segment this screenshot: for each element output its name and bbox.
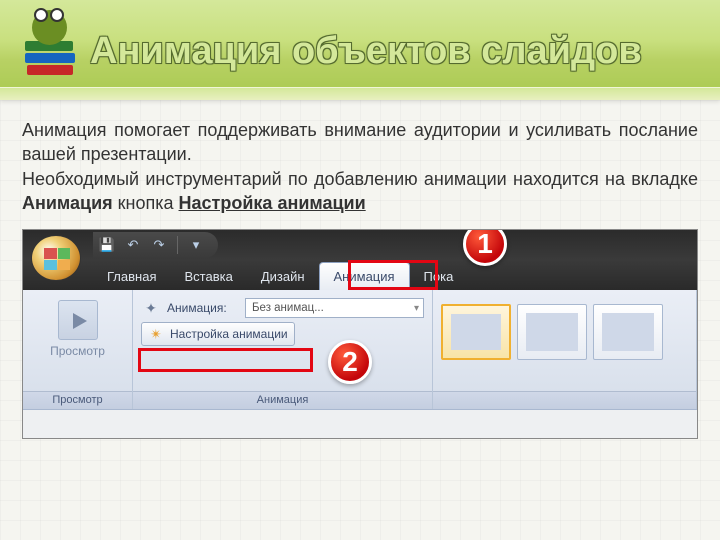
save-icon[interactable]: 💾 — [99, 237, 115, 253]
qat-separator — [177, 236, 178, 254]
custom-animation-label: Настройка анимации — [170, 327, 288, 341]
group-transitions — [433, 290, 697, 409]
slide-title: Анимация объектов слайдов — [90, 30, 642, 73]
ribbon-tabs: Главная Вставка Дизайн Анимация Пока — [23, 260, 697, 290]
transition-thumb-1[interactable] — [517, 304, 587, 360]
custom-animation-row: ✴ Настройка анимации — [141, 322, 424, 346]
mascot-bookworm — [20, 10, 80, 85]
paragraph-line-1: Анимация помогает поддерживать внимание … — [22, 120, 698, 164]
animation-dropdown[interactable]: Без анимац... — [245, 298, 424, 318]
preview-icon — [58, 300, 98, 340]
paragraph-line-2a: Необходимый инструментарий по добавлению… — [22, 169, 698, 189]
animation-selector-row: ✦ Анимация: Без анимац... — [141, 298, 424, 318]
transition-thumb-2[interactable] — [593, 304, 663, 360]
animate-icon: ✦ — [141, 298, 161, 318]
transition-none[interactable] — [441, 304, 511, 360]
group-preview-title: Просмотр — [23, 391, 132, 409]
office-button[interactable] — [31, 235, 81, 281]
paragraph-bold-button: Настройка анимации — [179, 193, 366, 213]
redo-icon[interactable]: ↷ — [151, 237, 167, 253]
paragraph-line-2b: кнопка — [113, 193, 179, 213]
group-animation: ✦ Анимация: Без анимац... ✴ Настройка ан… — [133, 290, 433, 409]
slide-body-text: Анимация помогает поддерживать внимание … — [0, 100, 720, 229]
animation-row-label: Анимация: — [167, 301, 239, 315]
quick-access-toolbar: 💾 ↶ ↷ ▾ — [93, 232, 218, 258]
star-arrow-icon: ✴ — [148, 326, 164, 342]
powerpoint-screenshot: 💾 ↶ ↷ ▾ Главная Вставка Дизайн Анимация … — [22, 229, 698, 439]
callout-2: 2 — [328, 340, 372, 384]
group-animation-title: Анимация — [133, 391, 432, 409]
slide-header: Анимация объектов слайдов — [0, 0, 720, 100]
preview-label: Просмотр — [50, 344, 105, 358]
title-bar: 💾 ↶ ↷ ▾ — [23, 230, 697, 260]
paragraph-bold-tab: Анимация — [22, 193, 113, 213]
tab-design[interactable]: Дизайн — [247, 263, 319, 290]
tab-animation[interactable]: Анимация — [319, 262, 410, 290]
group-preview: Просмотр Просмотр — [23, 290, 133, 409]
tab-home[interactable]: Главная — [93, 263, 170, 290]
preview-button[interactable]: Просмотр — [23, 296, 132, 362]
qat-dropdown-icon[interactable]: ▾ — [188, 237, 204, 253]
undo-icon[interactable]: ↶ — [125, 237, 141, 253]
tab-slideshow[interactable]: Пока — [410, 263, 468, 290]
custom-animation-button[interactable]: ✴ Настройка анимации — [141, 322, 295, 346]
tab-insert[interactable]: Вставка — [170, 263, 246, 290]
group-transitions-title — [433, 391, 696, 409]
animation-dropdown-value: Без анимац... — [252, 302, 324, 314]
